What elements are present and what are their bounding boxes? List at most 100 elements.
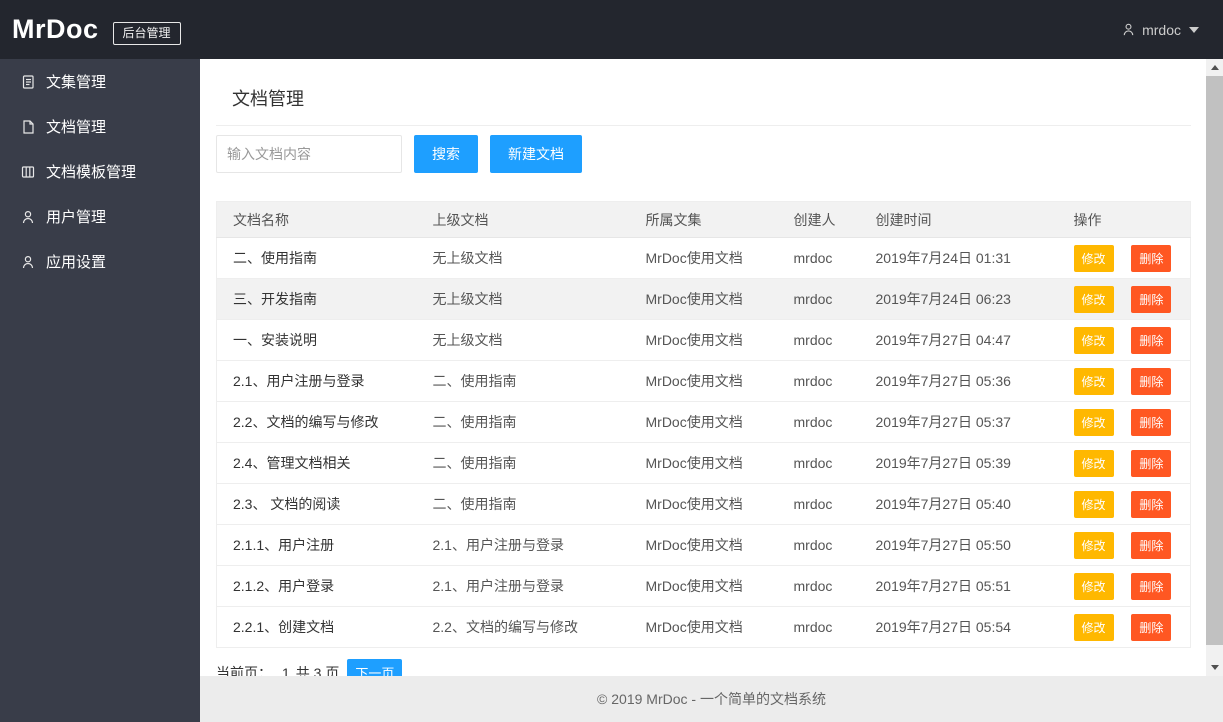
delete-button[interactable]: 删除 [1131, 531, 1172, 559]
collection-cell: MrDoc使用文档 [629, 360, 778, 402]
admin-badge: 后台管理 [112, 22, 181, 45]
delete-button[interactable]: 删除 [1131, 326, 1172, 354]
creator-cell: mrdoc [777, 319, 860, 361]
col-header-created-time: 创建时间 [859, 201, 1058, 238]
doc-table-body: 二、使用指南 无上级文档 MrDoc使用文档 mrdoc 2019年7月24日 … [216, 237, 1191, 648]
modify-button[interactable]: 修改 [1073, 244, 1114, 272]
new-doc-button[interactable]: 新建文档 [490, 135, 582, 173]
delete-button[interactable]: 删除 [1131, 408, 1172, 436]
doc-name-cell: 2.2、文档的编写与修改 [216, 401, 417, 443]
doc-table: 文档名称 上级文档 所属文集 创建人 创建时间 操作 二、使用指南 无上级文档 … [216, 201, 1191, 648]
search-button[interactable]: 搜索 [414, 135, 478, 173]
delete-button[interactable]: 删除 [1131, 367, 1172, 395]
document-icon [20, 119, 36, 135]
table-row: 二、使用指南 无上级文档 MrDoc使用文档 mrdoc 2019年7月24日 … [216, 237, 1191, 279]
doc-name-cell: 2.2.1、创建文档 [216, 606, 417, 648]
modify-button[interactable]: 修改 [1073, 326, 1114, 354]
actions-cell: 修改 删除 [1057, 483, 1191, 525]
creator-cell: mrdoc [777, 401, 860, 443]
modify-button[interactable]: 修改 [1073, 490, 1114, 518]
created-time-cell: 2019年7月27日 05:39 [859, 442, 1058, 484]
creator-cell: mrdoc [777, 606, 860, 648]
scroll-up-arrow-icon[interactable] [1206, 59, 1223, 76]
sidebar-item-label: 应用设置 [46, 254, 107, 271]
doc-name-cell: 2.1、用户注册与登录 [216, 360, 417, 402]
delete-button[interactable]: 删除 [1131, 572, 1172, 600]
doc-name-cell: 二、使用指南 [216, 237, 417, 279]
col-header-doc-name: 文档名称 [216, 201, 417, 238]
sidebar-item-label: 文集管理 [46, 74, 107, 91]
actions-cell: 修改 删除 [1057, 319, 1191, 361]
actions-cell: 修改 删除 [1057, 278, 1191, 320]
doc-name-cell: 2.1.1、用户注册 [216, 524, 417, 566]
sidebar-item-label: 用户管理 [46, 209, 107, 226]
creator-cell: mrdoc [777, 360, 860, 402]
delete-button[interactable]: 删除 [1131, 449, 1172, 477]
app-logo[interactable]: MrDoc [12, 14, 99, 45]
sidebar-item-doc-templates[interactable]: 文档模板管理 [0, 149, 200, 194]
username-label: mrdoc [1142, 21, 1181, 38]
collection-cell: MrDoc使用文档 [629, 606, 778, 648]
modify-button[interactable]: 修改 [1073, 531, 1114, 559]
delete-button[interactable]: 删除 [1131, 285, 1172, 313]
parent-doc-cell: 2.2、文档的编写与修改 [416, 606, 630, 648]
template-icon [20, 164, 36, 180]
scroll-down-arrow-icon[interactable] [1206, 659, 1223, 676]
actions-cell: 修改 删除 [1057, 360, 1191, 402]
creator-cell: mrdoc [777, 565, 860, 607]
modify-button[interactable]: 修改 [1073, 449, 1114, 477]
delete-button[interactable]: 删除 [1131, 613, 1172, 641]
sidebar-item-app-settings[interactable]: 应用设置 [0, 239, 200, 284]
vertical-scrollbar[interactable] [1206, 59, 1223, 676]
search-row: 搜索 新建文档 [216, 135, 1191, 173]
footer: © 2019 MrDoc - 一个简单的文档系统 [200, 676, 1223, 722]
page-title: 文档管理 [232, 89, 304, 109]
delete-button[interactable]: 删除 [1131, 244, 1172, 272]
created-time-cell: 2019年7月24日 06:23 [859, 278, 1058, 320]
collection-cell: MrDoc使用文档 [629, 565, 778, 607]
doc-name-cell: 2.4、管理文档相关 [216, 442, 417, 484]
parent-doc-cell: 2.1、用户注册与登录 [416, 565, 630, 607]
sidebar-item-documents[interactable]: 文档管理 [0, 104, 200, 149]
created-time-cell: 2019年7月24日 01:31 [859, 237, 1058, 279]
table-row: 2.1.2、用户登录 2.1、用户注册与登录 MrDoc使用文档 mrdoc 2… [216, 565, 1191, 607]
sidebar-item-label: 文档管理 [46, 119, 107, 136]
delete-button[interactable]: 删除 [1131, 490, 1172, 518]
created-time-cell: 2019年7月27日 05:51 [859, 565, 1058, 607]
collection-icon [20, 74, 36, 90]
chevron-down-icon [1189, 26, 1199, 33]
created-time-cell: 2019年7月27日 04:47 [859, 319, 1058, 361]
table-row: 一、安装说明 无上级文档 MrDoc使用文档 mrdoc 2019年7月27日 … [216, 319, 1191, 361]
table-row: 2.2、文档的编写与修改 二、使用指南 MrDoc使用文档 mrdoc 2019… [216, 401, 1191, 443]
sidebar-item-collections[interactable]: 文集管理 [0, 59, 200, 104]
table-row: 2.3、 文档的阅读 二、使用指南 MrDoc使用文档 mrdoc 2019年7… [216, 483, 1191, 525]
creator-cell: mrdoc [777, 442, 860, 484]
created-time-cell: 2019年7月27日 05:50 [859, 524, 1058, 566]
parent-doc-cell: 无上级文档 [416, 319, 630, 361]
collection-cell: MrDoc使用文档 [629, 442, 778, 484]
user-menu[interactable]: mrdoc [1121, 22, 1199, 38]
modify-button[interactable]: 修改 [1073, 367, 1114, 395]
sidebar-item-users[interactable]: 用户管理 [0, 194, 200, 239]
actions-cell: 修改 删除 [1057, 606, 1191, 648]
modify-button[interactable]: 修改 [1073, 285, 1114, 313]
scrollbar-thumb[interactable] [1206, 76, 1223, 645]
table-row: 2.1.1、用户注册 2.1、用户注册与登录 MrDoc使用文档 mrdoc 2… [216, 524, 1191, 566]
search-input[interactable] [216, 135, 402, 173]
top-header: MrDoc 后台管理 mrdoc [0, 0, 1223, 59]
creator-cell: mrdoc [777, 524, 860, 566]
col-header-parent-doc: 上级文档 [416, 201, 630, 238]
modify-button[interactable]: 修改 [1073, 613, 1114, 641]
modify-button[interactable]: 修改 [1073, 408, 1114, 436]
doc-name-cell: 三、开发指南 [216, 278, 417, 320]
parent-doc-cell: 2.1、用户注册与登录 [416, 524, 630, 566]
table-row: 2.4、管理文档相关 二、使用指南 MrDoc使用文档 mrdoc 2019年7… [216, 442, 1191, 484]
collection-cell: MrDoc使用文档 [629, 319, 778, 361]
creator-cell: mrdoc [777, 278, 860, 320]
collection-cell: MrDoc使用文档 [629, 237, 778, 279]
actions-cell: 修改 删除 [1057, 565, 1191, 607]
modify-button[interactable]: 修改 [1073, 572, 1114, 600]
sidebar-item-label: 文档模板管理 [46, 164, 137, 181]
table-header-row: 文档名称 上级文档 所属文集 创建人 创建时间 操作 [216, 201, 1191, 238]
parent-doc-cell: 二、使用指南 [416, 442, 630, 484]
